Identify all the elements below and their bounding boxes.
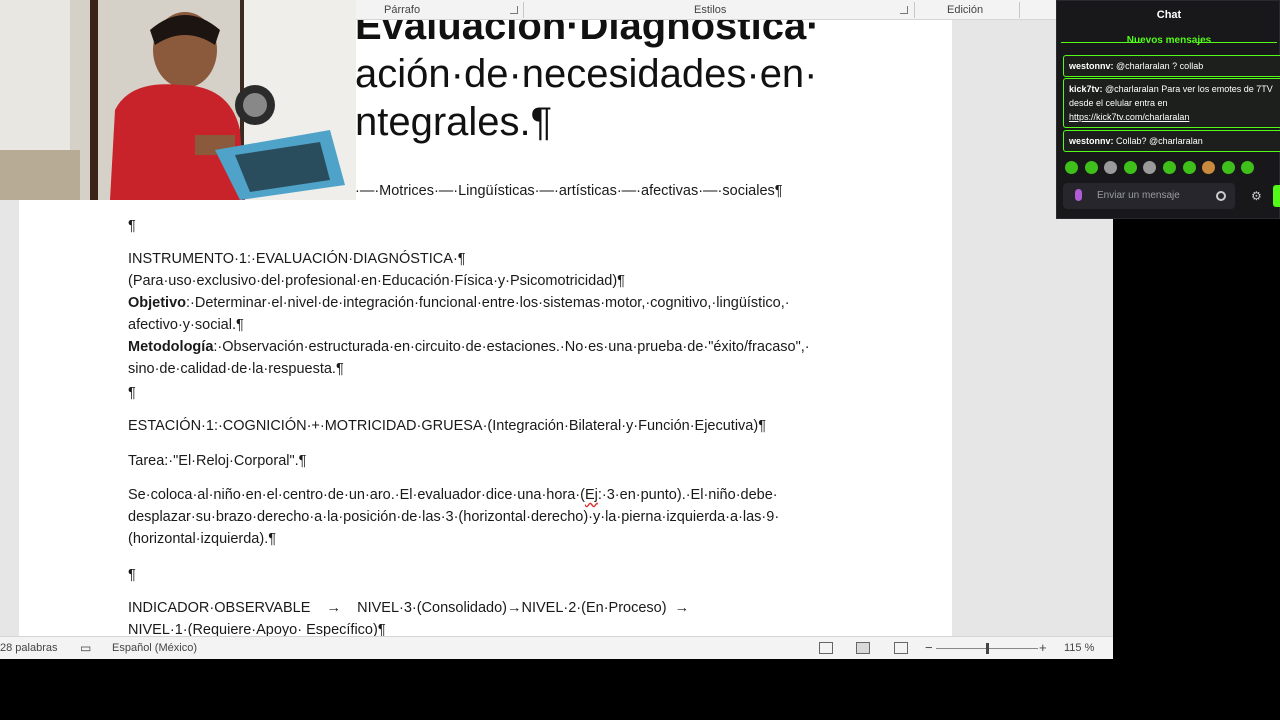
chat-message: westonnv: @charlaralan ? collab (1063, 55, 1280, 77)
microphone-icon[interactable] (1075, 189, 1082, 201)
empty-paragraph: ¶ (128, 567, 136, 583)
spellcheck-word[interactable]: Ej (585, 487, 598, 503)
emote-icon[interactable] (1143, 161, 1156, 174)
areas-line: ·—·Motrices·—·Lingüísticas·—·artísticas·… (355, 183, 783, 199)
empty-paragraph: ¶ (128, 218, 136, 234)
chat-panel: Chat Nuevos mensajes westonnv: @charlara… (1056, 0, 1280, 219)
title-line-1: Evaluación·Diagnóstica· (355, 20, 820, 48)
webcam-overlay (0, 0, 356, 200)
ribbon-divider (914, 2, 915, 18)
chat-username[interactable]: kick7tv: (1069, 84, 1103, 94)
emote-icon[interactable] (1104, 161, 1117, 174)
chat-text: Collab? @charlaralan (1113, 136, 1203, 146)
title-line-2: ación·de·necesidades·en· (355, 52, 818, 96)
chat-message: westonnv: Collab? @charlaralan (1063, 130, 1280, 152)
web-layout-icon[interactable] (894, 642, 908, 654)
zoom-out-button[interactable]: − (925, 640, 933, 655)
chat-username[interactable]: westonnv: (1069, 61, 1114, 71)
instrument-heading: INSTRUMENTO·1:·EVALUACIÓN·DIAGNÓSTICA·¶ (128, 251, 466, 267)
emote-icon[interactable] (1085, 161, 1098, 174)
gear-icon[interactable]: ⚙ (1251, 189, 1262, 203)
word-count[interactable]: 28 palabras (0, 642, 58, 654)
emote-icon[interactable] (1202, 161, 1215, 174)
emote-icon[interactable] (1241, 161, 1254, 174)
ribbon-divider (1019, 2, 1020, 18)
zoom-in-button[interactable]: + (1039, 640, 1047, 655)
ribbon-group-styles: Estilos (694, 4, 727, 16)
ribbon-divider (523, 2, 524, 18)
emoji-icon[interactable] (1216, 191, 1226, 201)
emote-icon[interactable] (1124, 161, 1137, 174)
methodology-label: Metodología (128, 339, 214, 355)
read-mode-icon[interactable] (819, 642, 833, 654)
emote-icon[interactable] (1222, 161, 1235, 174)
ribbon-group-paragraph: Párrafo (384, 4, 421, 16)
objective-paragraph: Objetivo:·Determinar·el·nivel·de·integra… (128, 292, 848, 336)
emote-icon[interactable] (1065, 161, 1078, 174)
emote-icon[interactable] (1183, 161, 1196, 174)
zoom-level[interactable]: 115 % (1064, 642, 1094, 654)
methodology-paragraph: Metodología:·Observación·estructurada·en… (128, 336, 848, 380)
title-line-3: ntegrales.¶ (355, 100, 553, 144)
chat-message: kick7tv: @charlaralan Para ver los emote… (1063, 78, 1280, 128)
usage-note: (Para·uso·exclusivo·del·profesional·en·E… (128, 273, 625, 289)
chat-title: Chat (1156, 9, 1182, 21)
paragraph-launcher-icon[interactable] (510, 6, 518, 14)
status-bar: 28 palabras ▭ Español (México) − + 115 % (0, 636, 1113, 659)
station-heading: ESTACIÓN·1:·COGNICIÓN·+·MOTRICIDAD·GRUES… (128, 418, 766, 434)
emote-icon[interactable] (1163, 161, 1176, 174)
proofing-icon[interactable]: ▭ (80, 641, 91, 655)
objective-text: :·Determinar·el·nivel·de·integración·fun… (128, 295, 790, 333)
desc-part-a: Se·coloca·al·niño·en·el·centro·de·un·aro… (128, 487, 585, 503)
chat-text: @charlaralan ? collab (1113, 61, 1204, 71)
chat-username[interactable]: westonnv: (1069, 136, 1114, 146)
ribbon-group-editing: Edición (947, 4, 984, 16)
chat-input-placeholder: Enviar un mensaje (1097, 190, 1180, 201)
empty-paragraph: ¶ (128, 385, 136, 401)
language-indicator[interactable]: Español (México) (112, 642, 197, 654)
print-layout-icon[interactable] (856, 642, 870, 654)
task-line: Tarea:·"El·Reloj·Corporal".¶ (128, 453, 307, 469)
methodology-text: :·Observación·estructurada·en·circuito·d… (128, 339, 810, 377)
objective-label: Objetivo (128, 295, 187, 311)
styles-launcher-icon[interactable] (900, 6, 908, 14)
new-messages-divider[interactable]: Nuevos mensajes (1057, 35, 1280, 49)
chat-input[interactable]: Enviar un mensaje (1063, 183, 1235, 209)
task-description: Se·coloca·al·niño·en·el·centro·de·un·aro… (128, 484, 848, 550)
chat-link[interactable]: https://kick7tv.com/charlaralan (1069, 112, 1189, 122)
indicator-line: INDICADOR·OBSERVABLE → NIVEL·3·(Consolid… (128, 600, 698, 636)
zoom-slider-thumb[interactable] (986, 643, 989, 654)
webcam-image (0, 0, 356, 200)
send-button[interactable] (1273, 185, 1280, 207)
